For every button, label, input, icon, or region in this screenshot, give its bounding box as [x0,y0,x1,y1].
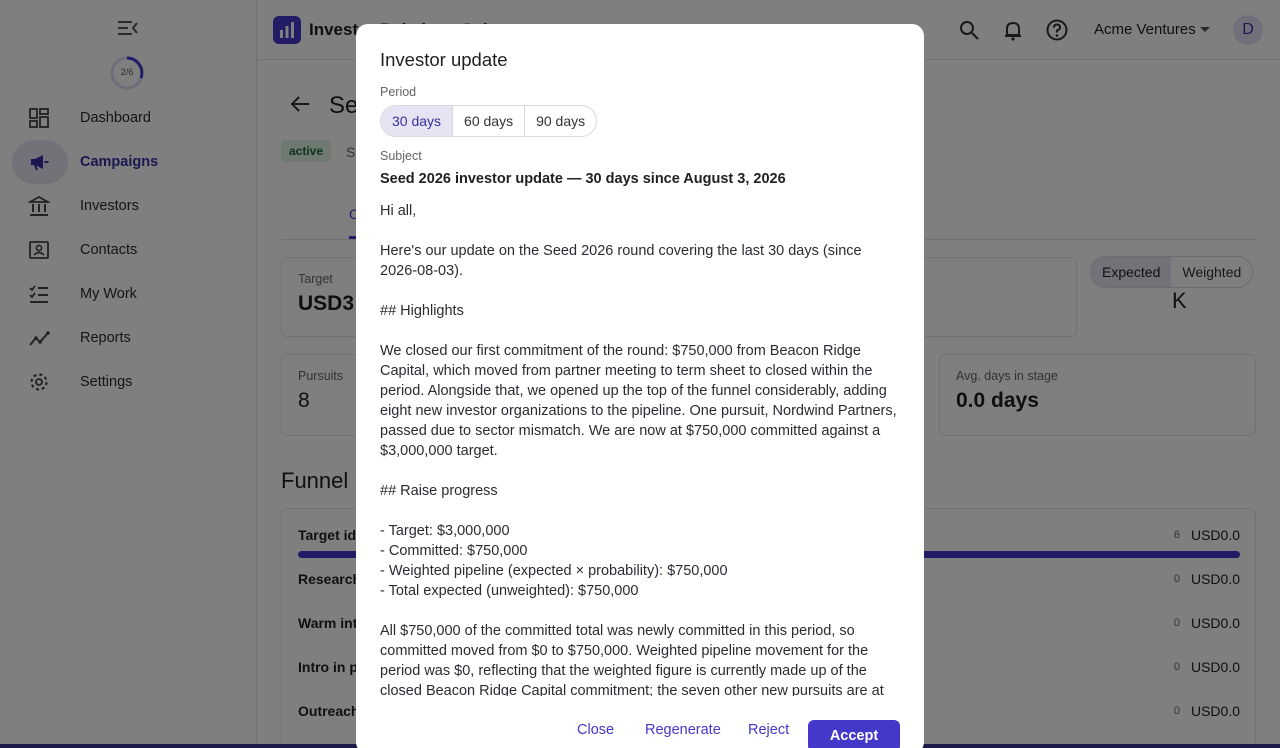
accept-button[interactable]: Accept [808,720,900,748]
period-90-days[interactable]: 90 days [525,106,596,136]
dialog-actions: Close Regenerate Reject Accept [356,718,924,748]
investor-update-dialog: Investor update Period 30 days 60 days 9… [356,24,924,748]
regenerate-button[interactable]: Regenerate [645,722,721,738]
close-button[interactable]: Close [577,722,614,738]
reject-button[interactable]: Reject [748,722,789,738]
dialog-title: Investor update [380,49,508,70]
update-body[interactable]: Hi all, Here's our update on the Seed 20… [380,201,902,696]
period-60-days[interactable]: 60 days [453,106,526,136]
period-30-days[interactable]: 30 days [381,106,454,136]
period-label: Period [380,85,417,99]
period-selector: 30 days 60 days 90 days [380,105,598,137]
subject-value: Seed 2026 investor update — 30 days sinc… [380,171,786,187]
subject-label: Subject [380,149,422,163]
